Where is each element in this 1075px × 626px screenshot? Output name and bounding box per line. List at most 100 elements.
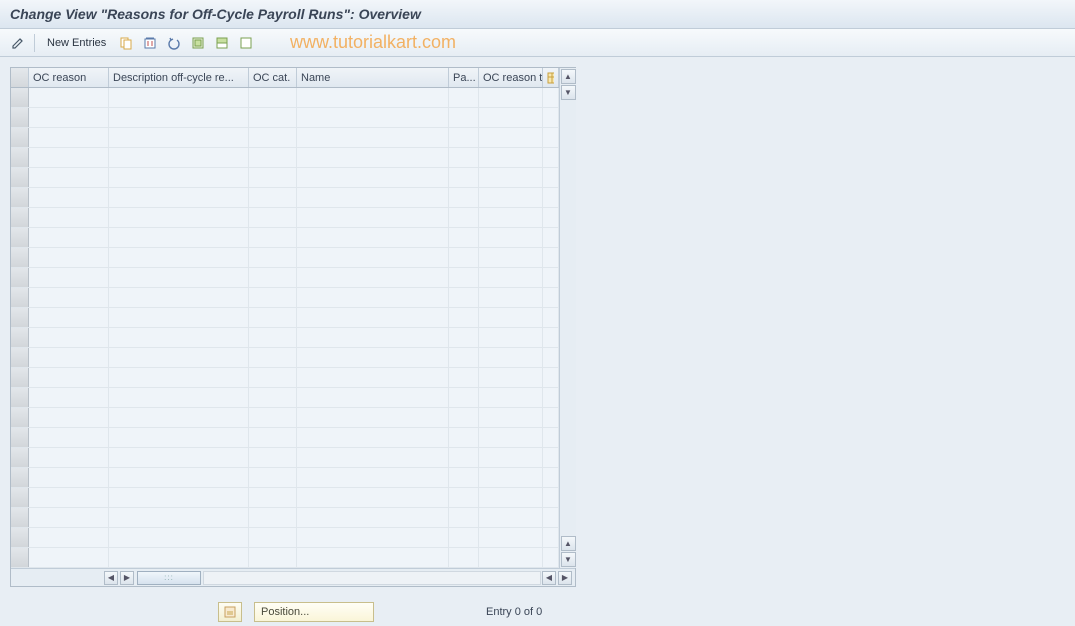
cell-name[interactable] bbox=[297, 348, 449, 367]
cell-oc-reason-type[interactable] bbox=[479, 328, 543, 347]
cell-oc-reason[interactable] bbox=[29, 548, 109, 567]
cell-description[interactable] bbox=[109, 348, 249, 367]
cell-pa[interactable] bbox=[449, 528, 479, 547]
table-row[interactable] bbox=[11, 508, 559, 528]
column-header-oc-reason-type[interactable]: OC reason t bbox=[479, 68, 543, 87]
cell-oc-cat[interactable] bbox=[249, 548, 297, 567]
row-selector[interactable] bbox=[11, 228, 29, 247]
column-header-description[interactable]: Description off-cycle re... bbox=[109, 68, 249, 87]
cell-name[interactable] bbox=[297, 388, 449, 407]
table-row[interactable] bbox=[11, 108, 559, 128]
cell-name[interactable] bbox=[297, 88, 449, 107]
cell-oc-reason[interactable] bbox=[29, 348, 109, 367]
cell-oc-reason[interactable] bbox=[29, 128, 109, 147]
cell-oc-cat[interactable] bbox=[249, 128, 297, 147]
cell-oc-reason-type[interactable] bbox=[479, 408, 543, 427]
cell-pa[interactable] bbox=[449, 228, 479, 247]
cell-oc-cat[interactable] bbox=[249, 368, 297, 387]
cell-oc-reason-type[interactable] bbox=[479, 88, 543, 107]
cell-oc-reason-type[interactable] bbox=[479, 108, 543, 127]
table-row[interactable] bbox=[11, 388, 559, 408]
cell-oc-reason-type[interactable] bbox=[479, 448, 543, 467]
cell-oc-reason-type[interactable] bbox=[479, 468, 543, 487]
cell-name[interactable] bbox=[297, 468, 449, 487]
cell-oc-reason[interactable] bbox=[29, 468, 109, 487]
cell-name[interactable] bbox=[297, 288, 449, 307]
toggle-edit-button[interactable] bbox=[8, 33, 28, 53]
cell-oc-reason[interactable] bbox=[29, 228, 109, 247]
table-row[interactable] bbox=[11, 128, 559, 148]
cell-oc-cat[interactable] bbox=[249, 228, 297, 247]
cell-oc-reason[interactable] bbox=[29, 248, 109, 267]
table-row[interactable] bbox=[11, 408, 559, 428]
cell-oc-reason[interactable] bbox=[29, 188, 109, 207]
row-selector[interactable] bbox=[11, 408, 29, 427]
select-all-column-header[interactable] bbox=[11, 68, 29, 87]
row-selector[interactable] bbox=[11, 528, 29, 547]
cell-oc-reason[interactable] bbox=[29, 148, 109, 167]
table-row[interactable] bbox=[11, 368, 559, 388]
column-header-oc-reason[interactable]: OC reason bbox=[29, 68, 109, 87]
cell-name[interactable] bbox=[297, 408, 449, 427]
cell-oc-reason[interactable] bbox=[29, 368, 109, 387]
cell-oc-cat[interactable] bbox=[249, 248, 297, 267]
table-row[interactable] bbox=[11, 148, 559, 168]
undo-button[interactable] bbox=[164, 33, 184, 53]
table-row[interactable] bbox=[11, 428, 559, 448]
cell-oc-cat[interactable] bbox=[249, 168, 297, 187]
cell-oc-reason-type[interactable] bbox=[479, 368, 543, 387]
table-row[interactable] bbox=[11, 528, 559, 548]
cell-oc-reason-type[interactable] bbox=[479, 148, 543, 167]
cell-oc-reason-type[interactable] bbox=[479, 428, 543, 447]
scroll-track[interactable] bbox=[203, 571, 541, 585]
cell-description[interactable] bbox=[109, 288, 249, 307]
horizontal-scrollbar[interactable]: ◀ ▶ ::: ◀ ▶ bbox=[11, 568, 575, 586]
cell-description[interactable] bbox=[109, 208, 249, 227]
row-selector[interactable] bbox=[11, 288, 29, 307]
cell-description[interactable] bbox=[109, 328, 249, 347]
cell-oc-reason-type[interactable] bbox=[479, 308, 543, 327]
cell-pa[interactable] bbox=[449, 388, 479, 407]
cell-description[interactable] bbox=[109, 88, 249, 107]
cell-oc-cat[interactable] bbox=[249, 528, 297, 547]
cell-oc-cat[interactable] bbox=[249, 428, 297, 447]
scroll-right-button[interactable]: ▶ bbox=[120, 571, 134, 585]
cell-pa[interactable] bbox=[449, 288, 479, 307]
position-icon-button[interactable] bbox=[218, 602, 242, 622]
cell-oc-cat[interactable] bbox=[249, 388, 297, 407]
row-selector[interactable] bbox=[11, 128, 29, 147]
cell-name[interactable] bbox=[297, 248, 449, 267]
cell-pa[interactable] bbox=[449, 308, 479, 327]
row-selector[interactable] bbox=[11, 208, 29, 227]
table-row[interactable] bbox=[11, 488, 559, 508]
table-row[interactable] bbox=[11, 328, 559, 348]
cell-pa[interactable] bbox=[449, 468, 479, 487]
cell-name[interactable] bbox=[297, 528, 449, 547]
cell-oc-reason-type[interactable] bbox=[479, 248, 543, 267]
cell-pa[interactable] bbox=[449, 348, 479, 367]
cell-pa[interactable] bbox=[449, 368, 479, 387]
cell-oc-reason[interactable] bbox=[29, 268, 109, 287]
cell-pa[interactable] bbox=[449, 428, 479, 447]
cell-pa[interactable] bbox=[449, 328, 479, 347]
cell-name[interactable] bbox=[297, 128, 449, 147]
cell-pa[interactable] bbox=[449, 128, 479, 147]
cell-description[interactable] bbox=[109, 128, 249, 147]
cell-oc-reason[interactable] bbox=[29, 428, 109, 447]
cell-description[interactable] bbox=[109, 468, 249, 487]
table-row[interactable] bbox=[11, 468, 559, 488]
cell-pa[interactable] bbox=[449, 188, 479, 207]
cell-oc-reason-type[interactable] bbox=[479, 268, 543, 287]
deselect-all-button[interactable] bbox=[236, 33, 256, 53]
cell-oc-cat[interactable] bbox=[249, 148, 297, 167]
cell-oc-cat[interactable] bbox=[249, 468, 297, 487]
cell-oc-reason[interactable] bbox=[29, 288, 109, 307]
cell-name[interactable] bbox=[297, 228, 449, 247]
position-button[interactable]: Position... bbox=[254, 602, 374, 622]
row-selector[interactable] bbox=[11, 508, 29, 527]
cell-pa[interactable] bbox=[449, 408, 479, 427]
cell-description[interactable] bbox=[109, 428, 249, 447]
cell-description[interactable] bbox=[109, 528, 249, 547]
table-row[interactable] bbox=[11, 168, 559, 188]
cell-oc-reason[interactable] bbox=[29, 488, 109, 507]
